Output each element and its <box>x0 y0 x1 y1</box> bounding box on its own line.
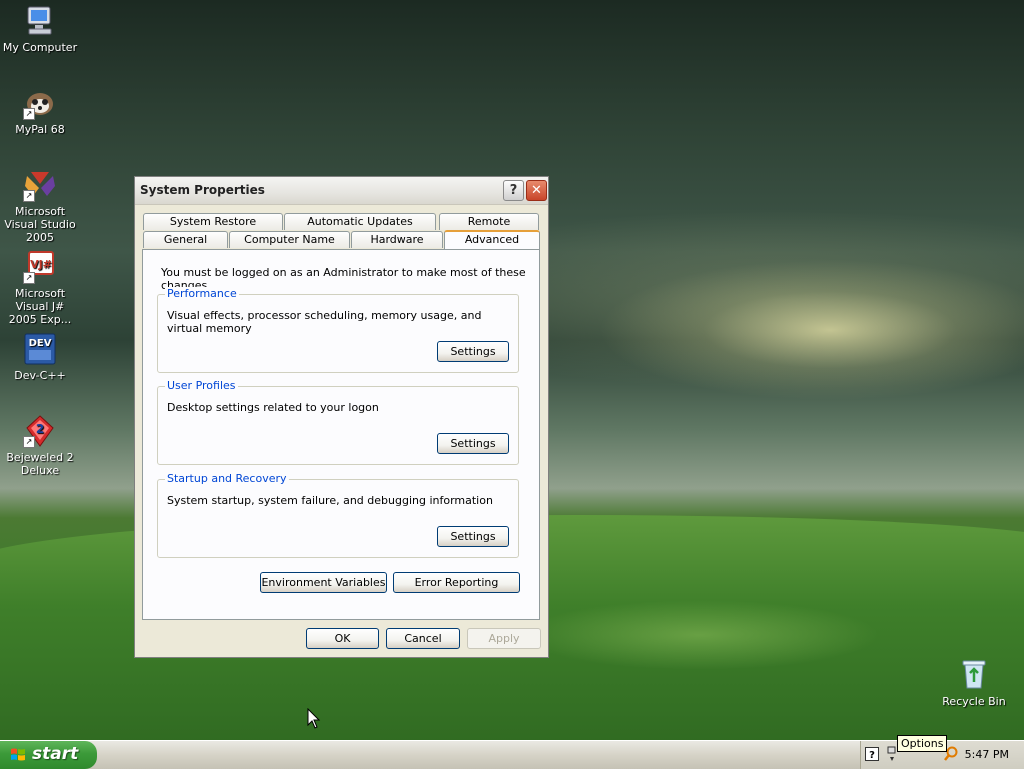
tab-advanced[interactable]: Advanced <box>444 230 540 250</box>
mypal-icon: ↗ <box>23 86 57 120</box>
icon-label: My Computer <box>2 41 78 54</box>
startup-recovery-settings-button[interactable]: Settings <box>437 526 509 547</box>
performance-group: Performance Visual effects, processor sc… <box>157 287 519 373</box>
startup-recovery-description: System startup, system failure, and debu… <box>167 494 493 507</box>
tab-automatic-updates[interactable]: Automatic Updates <box>284 213 436 230</box>
title-bar[interactable]: System Properties ? ✕ <box>135 177 548 205</box>
error-reporting-button[interactable]: Error Reporting <box>393 572 520 593</box>
icon-label: Microsoft Visual J# 2005 Exp... <box>8 287 72 326</box>
start-button[interactable]: start <box>0 741 97 769</box>
network-tray-icon[interactable] <box>887 745 897 763</box>
recycle-bin-icon <box>957 658 991 692</box>
start-label: start <box>32 744 79 764</box>
tab-remote[interactable]: Remote <box>439 213 539 230</box>
user-profiles-settings-button[interactable]: Settings <box>437 433 509 454</box>
desktop-icon-bejeweled[interactable]: 2 ↗ Bejeweled 2 Deluxe <box>0 414 80 477</box>
clock[interactable]: 5:47 PM <box>965 748 1009 761</box>
tab-strip: System Restore Automatic Updates Remote … <box>142 213 540 250</box>
shortcut-arrow-icon: ↗ <box>23 108 35 120</box>
startup-recovery-group: Startup and Recovery System startup, sys… <box>157 472 519 558</box>
visual-jsharp-icon: VJ# ↗ <box>23 250 57 284</box>
close-icon: ✕ <box>531 183 542 198</box>
desktop-icon-visual-studio[interactable]: ↗ Microsoft Visual Studio 2005 <box>0 168 80 244</box>
apply-button[interactable]: Apply <box>467 628 541 649</box>
help-button[interactable]: ? <box>503 180 524 201</box>
shortcut-arrow-icon: ↗ <box>23 272 35 284</box>
svg-text:VJ#: VJ# <box>30 258 52 271</box>
system-properties-window: System Properties ? ✕ System Restore Aut… <box>134 176 549 658</box>
taskbar: start ? 5:47 PM <box>0 740 1024 769</box>
icon-label: Microsoft Visual Studio 2005 <box>4 205 76 244</box>
advanced-tab-panel: You must be logged on as an Administrato… <box>142 249 540 620</box>
windows-flag-icon <box>11 748 25 761</box>
shortcut-arrow-icon: ↗ <box>23 436 35 448</box>
desktop-icon-visual-jsharp[interactable]: VJ# ↗ Microsoft Visual J# 2005 Exp... <box>0 250 80 326</box>
startup-recovery-title: Startup and Recovery <box>165 472 289 485</box>
mouse-cursor-icon <box>307 708 321 729</box>
tab-hardware[interactable]: Hardware <box>351 231 443 248</box>
desktop-icon-mypal[interactable]: ↗ MyPal 68 <box>0 86 80 136</box>
tab-computer-name[interactable]: Computer Name <box>229 231 350 248</box>
desktop-icon-my-computer[interactable]: My Computer <box>0 4 80 54</box>
help-tray-icon[interactable]: ? <box>865 747 879 761</box>
visual-studio-icon: ↗ <box>23 168 57 202</box>
shortcut-arrow-icon: ↗ <box>23 190 35 202</box>
user-profiles-description: Desktop settings related to your logon <box>167 401 379 414</box>
icon-label: Bejeweled 2 Deluxe <box>6 451 74 477</box>
performance-title: Performance <box>165 287 239 300</box>
hill-highlight <box>520 600 880 670</box>
desktop-icon-devcpp[interactable]: DEV Dev-C++ <box>0 332 80 382</box>
user-profiles-title: User Profiles <box>165 379 238 392</box>
svg-text:?: ? <box>869 750 875 761</box>
my-computer-icon <box>23 4 57 38</box>
window-title: System Properties <box>140 183 265 197</box>
performance-settings-button[interactable]: Settings <box>437 341 509 362</box>
performance-description: Visual effects, processor scheduling, me… <box>167 309 482 335</box>
icon-label: Recycle Bin <box>942 695 1006 708</box>
desktop-icon-recycle-bin[interactable]: Recycle Bin <box>934 658 1014 708</box>
tab-general[interactable]: General <box>143 231 228 248</box>
environment-variables-button[interactable]: Environment Variables <box>260 572 387 593</box>
options-tooltip: Options <box>897 735 948 752</box>
icon-label: Dev-C++ <box>14 369 66 382</box>
ok-button[interactable]: OK <box>306 628 379 649</box>
close-button[interactable]: ✕ <box>526 180 547 201</box>
tab-system-restore[interactable]: System Restore <box>143 213 283 230</box>
svg-text:2: 2 <box>36 422 44 436</box>
icon-label: MyPal 68 <box>15 123 65 136</box>
bejeweled-icon: 2 ↗ <box>23 414 57 448</box>
svg-text:DEV: DEV <box>29 338 52 349</box>
user-profiles-group: User Profiles Desktop settings related t… <box>157 379 519 465</box>
cancel-button[interactable]: Cancel <box>386 628 460 649</box>
devcpp-icon: DEV <box>23 332 57 366</box>
